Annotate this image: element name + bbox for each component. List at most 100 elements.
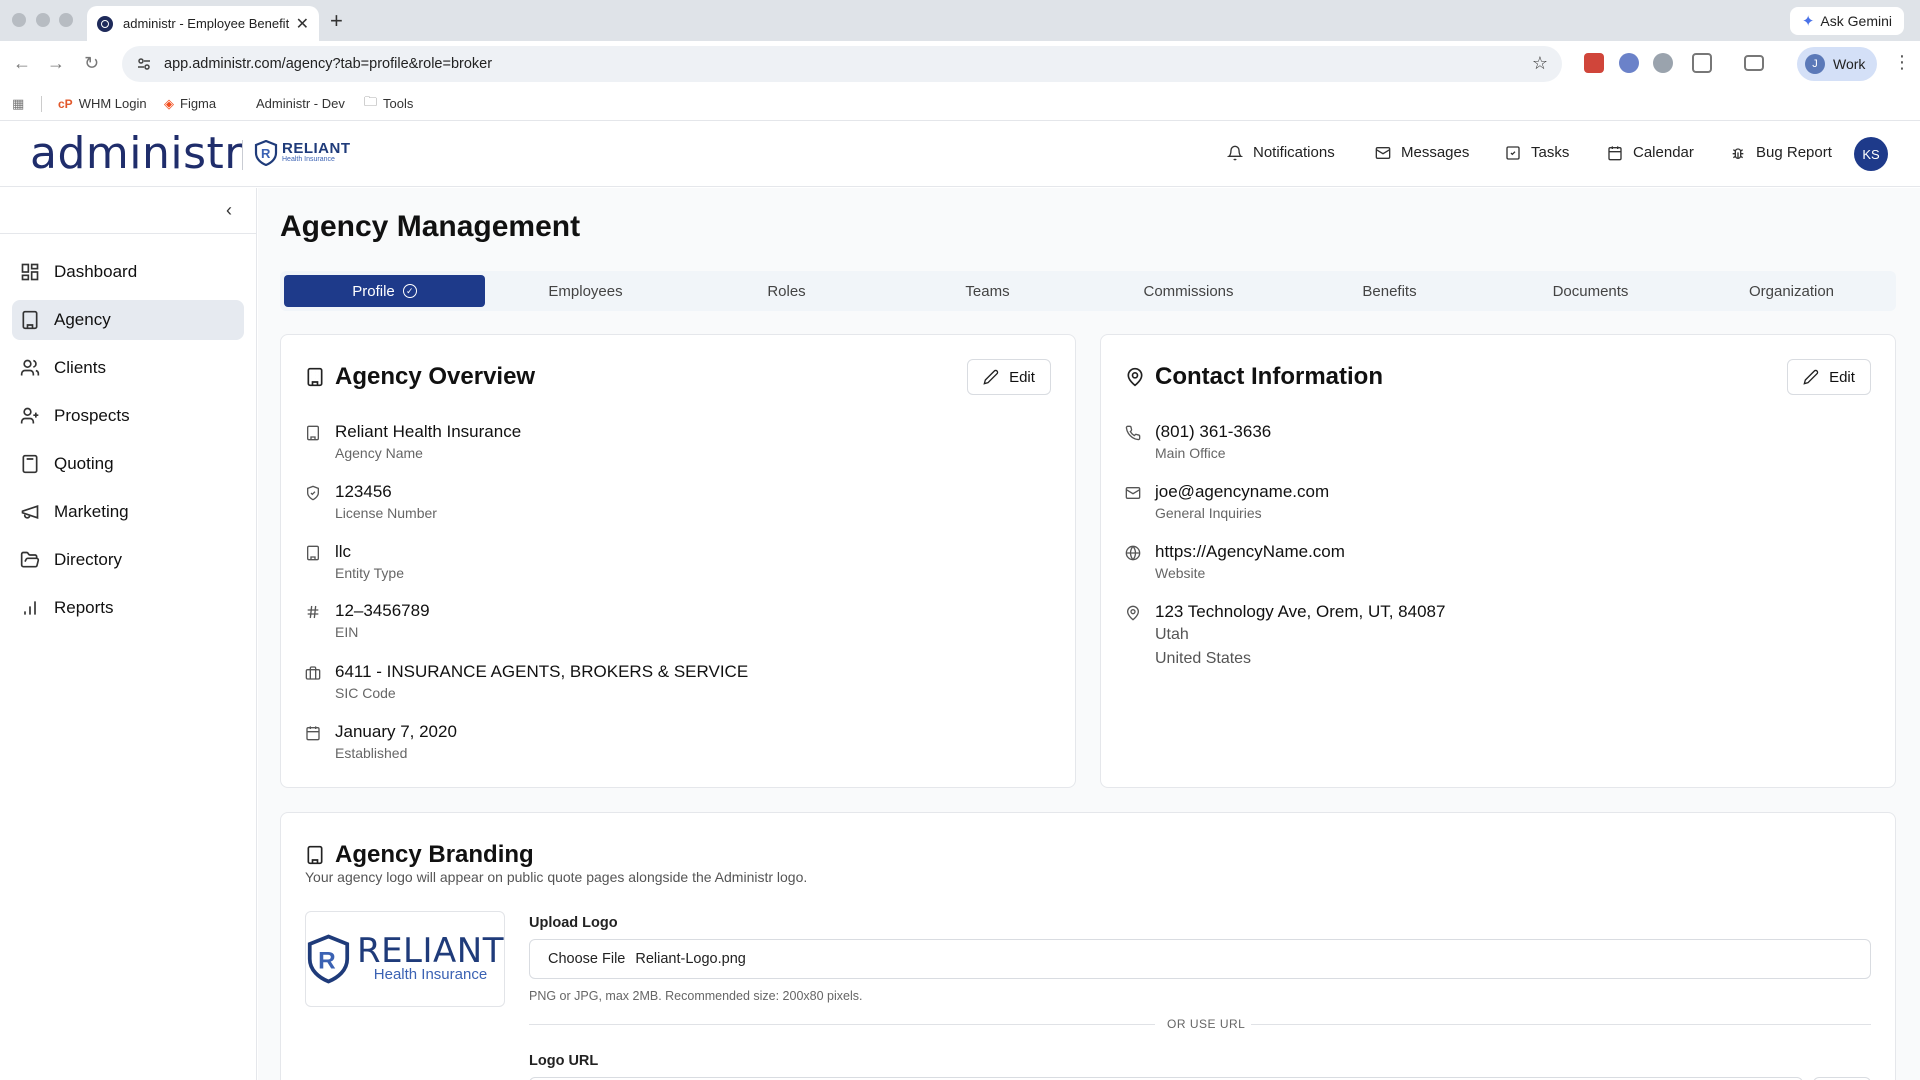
close-tab-icon[interactable]: ✕ [296, 14, 309, 34]
field-label: Website [1155, 565, 1206, 581]
whm-icon: cP [58, 96, 73, 111]
logo-preview-sub: Health Insurance [373, 966, 488, 983]
sidebar-item-directory[interactable]: Directory [12, 540, 244, 580]
field-value[interactable]: https://AgencyName.com [1155, 541, 1345, 563]
extensions-icon[interactable] [1692, 53, 1712, 73]
bookmark-whm-login[interactable]: cP WHM Login [58, 96, 147, 111]
svg-text:R: R [261, 146, 271, 161]
address-country: United States [1155, 650, 1252, 667]
building-icon [22, 310, 38, 330]
zoom-window-dot[interactable] [59, 13, 73, 27]
header-tasks[interactable]: Tasks [1505, 144, 1569, 161]
phone-icon [1125, 425, 1141, 441]
users-icon [20, 359, 40, 376]
site-info-icon[interactable] [136, 56, 152, 72]
field-value[interactable]: joe@agencyname.com [1155, 481, 1329, 503]
sidebar-collapse-row: ‹ [0, 188, 256, 234]
pencil-icon [983, 369, 999, 385]
bookmark-administr-dev[interactable]: Administr - Dev [256, 96, 345, 111]
reliant-shield-icon: R [254, 140, 278, 166]
field-value: 123 Technology Ave, Orem, UT, 84087 [1155, 602, 1446, 621]
address-state: Utah [1155, 626, 1189, 643]
tab-commissions[interactable]: Commissions [1088, 275, 1289, 307]
header-notifications[interactable]: Notifications [1227, 144, 1335, 161]
header-messages[interactable]: Messages [1375, 144, 1469, 161]
contact-information-card: Contact Information Edit (801) 361-3636 M… [1100, 334, 1896, 788]
url-text[interactable]: app.administr.com/agency?tab=profile&rol… [164, 56, 492, 72]
new-tab-button[interactable]: + [330, 8, 343, 34]
sidebar-item-quoting[interactable]: Quoting [12, 444, 244, 484]
agency-branding-card: Agency Branding Your agency logo will ap… [280, 812, 1896, 1080]
logo-url-label: Logo URL [529, 1053, 599, 1069]
user-avatar[interactable]: KS [1854, 137, 1888, 171]
divider-line [529, 1024, 1155, 1025]
profile-label: Work [1833, 56, 1866, 72]
map-pin-icon [1126, 605, 1140, 621]
field-value: (801) 361-3636 [1155, 422, 1272, 441]
forward-icon[interactable]: → [47, 53, 65, 74]
or-use-url-label: OR USE URL [1167, 1017, 1246, 1031]
tab-profile[interactable]: Profile ✓ [284, 275, 485, 307]
bookmark-label: Figma [180, 96, 217, 111]
sidebar-item-dashboard[interactable]: Dashboard [12, 252, 244, 292]
edit-label: Edit [1009, 368, 1035, 386]
profile-chip[interactable]: J Work [1797, 47, 1877, 81]
close-window-dot[interactable] [12, 13, 26, 27]
sidebar-item-reports[interactable]: Reports [12, 588, 244, 628]
collapse-sidebar-icon[interactable]: ‹ [226, 200, 232, 221]
sidebar-item-label: Dashboard [54, 262, 138, 281]
extension-gear-icon[interactable] [1653, 53, 1673, 73]
ask-gemini-button[interactable]: ✦ Ask Gemini [1789, 7, 1904, 35]
tab-teams[interactable]: Teams [887, 275, 1088, 307]
folder-open-icon [20, 551, 40, 568]
header-calendar[interactable]: Calendar [1607, 144, 1694, 161]
edit-overview-button[interactable]: Edit [967, 359, 1051, 395]
extension-puzzle-blue-icon[interactable] [1619, 53, 1639, 73]
tab-employees[interactable]: Employees [485, 275, 686, 307]
tab-organization[interactable]: Organization [1691, 275, 1892, 307]
tab-documents[interactable]: Documents [1490, 275, 1691, 307]
sidebar-item-clients[interactable]: Clients [12, 348, 244, 388]
edit-contact-button[interactable]: Edit [1787, 359, 1871, 395]
address-bar[interactable]: app.administr.com/agency?tab=profile&rol… [122, 46, 1562, 82]
sidebar-item-label: Clients [54, 358, 106, 377]
tab-benefits[interactable]: Benefits [1289, 275, 1490, 307]
logo-preview-name: RELIANT [356, 931, 504, 971]
header-bug-report[interactable]: Bug Report [1730, 144, 1832, 161]
sidebar-item-marketing[interactable]: Marketing [12, 492, 244, 532]
reload-icon[interactable]: ↻ [84, 53, 99, 74]
sidebar-item-prospects[interactable]: Prospects [12, 396, 244, 436]
sidebar-item-label: Quoting [54, 454, 114, 473]
sidebar-item-label: Reports [54, 598, 114, 617]
browser-tab[interactable]: administr - Employee Benefit ✕ [87, 6, 319, 41]
apps-grid-icon[interactable]: ▦ [12, 96, 24, 112]
bell-icon [1227, 145, 1243, 160]
site-favicon-icon [97, 15, 113, 32]
reliant-shield-icon: R [307, 934, 350, 984]
field-license-number: 123456 License Number [305, 481, 437, 523]
bookmark-tools[interactable]: 🗀 Tools [364, 93, 413, 115]
sidebar-item-label: Marketing [54, 502, 129, 521]
agency-branding-title: Agency Branding [305, 841, 534, 869]
card-title-text: Contact Information [1155, 363, 1383, 390]
extension-calendar-icon[interactable] [1584, 53, 1604, 73]
header-nav-label: Bug Report [1756, 144, 1832, 161]
bookmark-star-icon[interactable]: ☆ [1532, 53, 1548, 74]
field-label: Entity Type [335, 565, 405, 581]
reading-mode-icon[interactable] [1744, 55, 1764, 71]
sidebar-item-label: Directory [54, 550, 123, 569]
bookmark-figma[interactable]: ◈ Figma [164, 96, 216, 112]
logo-file-input[interactable]: Choose File Reliant-Logo.png [529, 939, 1871, 979]
browser-menu-icon[interactable]: ⋮ [1893, 52, 1911, 73]
back-icon[interactable]: ← [13, 53, 31, 74]
sidebar-item-agency[interactable]: Agency [12, 300, 244, 340]
field-address: 123 Technology Ave, Orem, UT, 84087 Utah… [1125, 601, 1445, 671]
choose-file-button[interactable]: Choose File [548, 951, 625, 967]
hash-icon [307, 605, 319, 619]
sidebar-item-label: Agency [54, 310, 111, 329]
minimize-window-dot[interactable] [36, 13, 50, 27]
administr-logo[interactable]: administr [30, 128, 243, 179]
field-website: https://AgencyName.com Website [1125, 541, 1345, 583]
bookmarks-bar: ▦ cP WHM Login ◈ Figma Administr - Dev 🗀… [0, 87, 1920, 121]
tab-roles[interactable]: Roles [686, 275, 887, 307]
